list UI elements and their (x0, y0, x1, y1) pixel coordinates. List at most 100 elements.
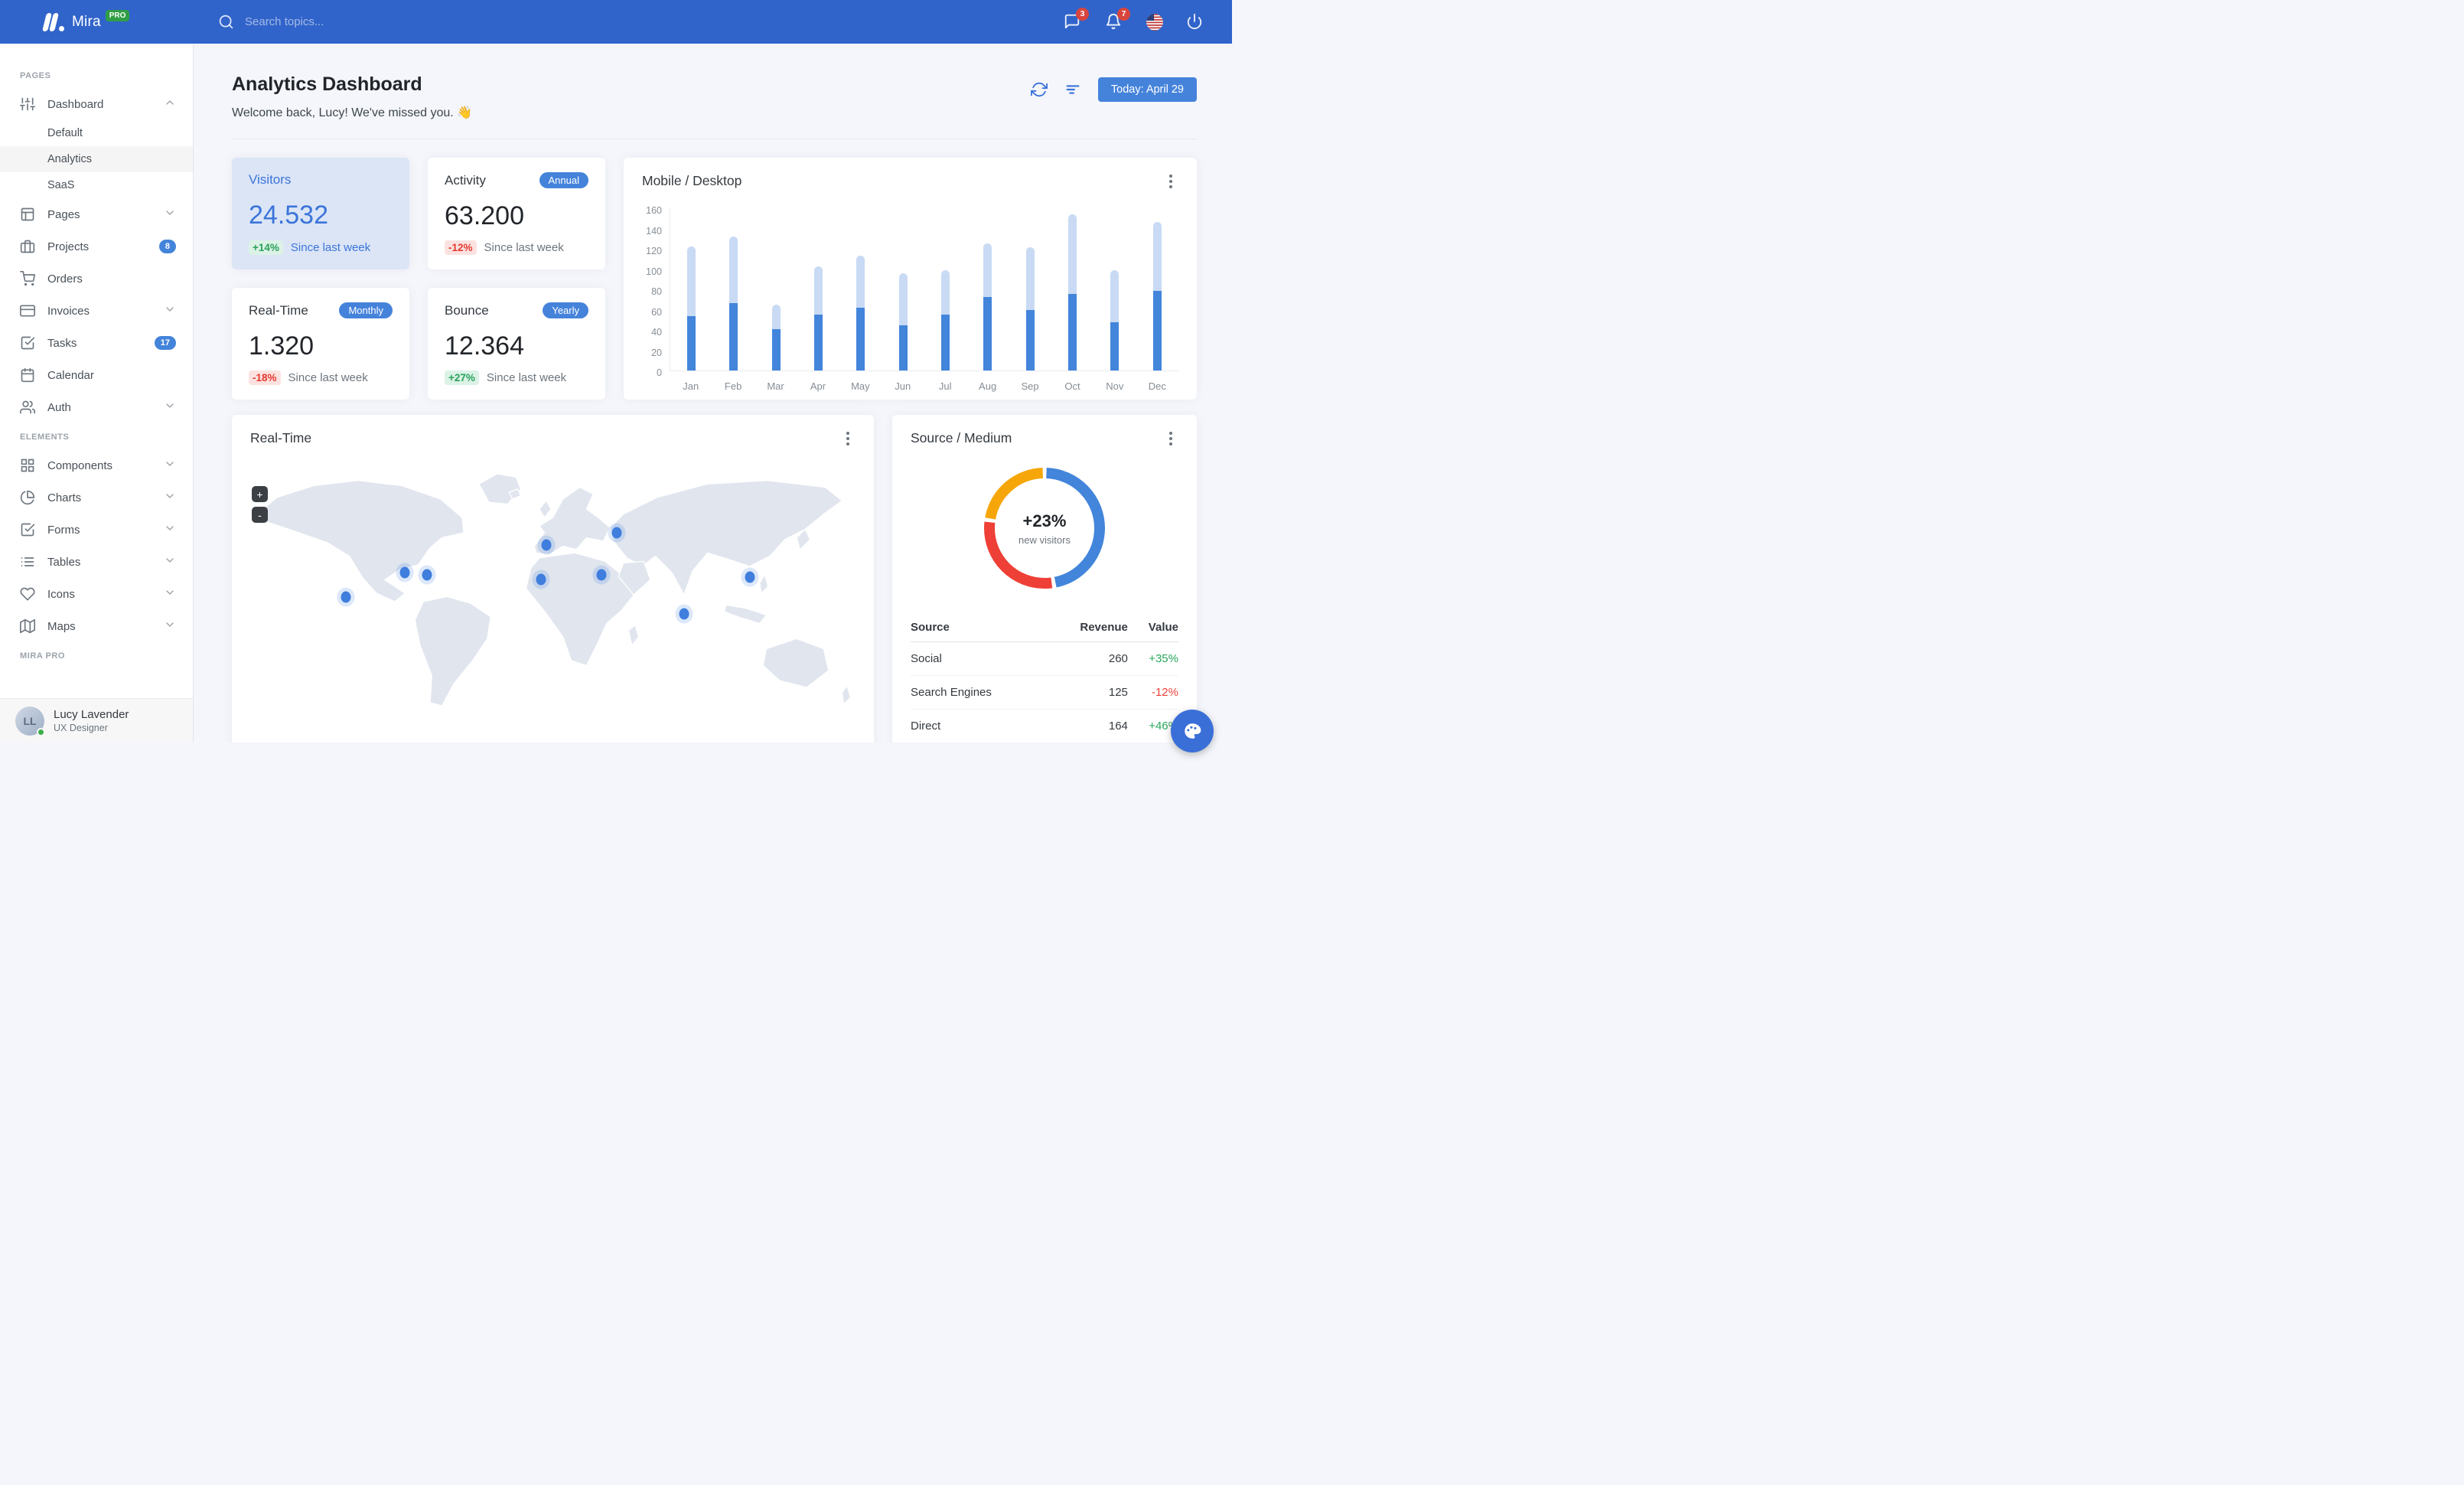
check-square-icon (20, 522, 35, 537)
power-icon (1187, 13, 1202, 29)
brand-name: Mira (72, 13, 101, 30)
map-marker-beijing[interactable] (745, 571, 755, 583)
map-marker-delhi[interactable] (679, 608, 689, 620)
map-marker-istanbul[interactable] (596, 569, 607, 581)
map-marker-chicago[interactable] (399, 566, 410, 579)
kebab-menu-icon[interactable] (840, 431, 856, 446)
bar-feb[interactable] (712, 209, 755, 370)
map-marker-san-francisco[interactable] (341, 591, 351, 603)
zoom-out-button[interactable]: - (252, 507, 268, 523)
map-marker-london[interactable] (541, 539, 552, 551)
bar-plot (670, 209, 1178, 371)
sidebar-user[interactable]: LL Lucy Lavender UX Designer (0, 698, 193, 742)
sidebar-item-components[interactable]: Components (0, 449, 193, 481)
calendar-icon (20, 367, 35, 383)
mira-logo-icon (42, 12, 64, 31)
sidebar: PAGES Dashboard Default Analytics SaaS P… (0, 44, 194, 742)
realtime-map-card: Real-Time + - (232, 415, 874, 742)
map-icon (20, 618, 36, 634)
stat-card-visitors: Visitors 24.532 +14% Since last week (232, 158, 409, 269)
filter-icon (1066, 85, 1080, 94)
sidebar-item-calendar[interactable]: Calendar (0, 359, 193, 391)
delta-badge: -18% (249, 370, 281, 385)
sidebar-item-analytics[interactable]: Analytics (0, 146, 193, 172)
date-button[interactable]: Today: April 29 (1097, 77, 1197, 102)
top-navbar: Mira PRO 3 7 (0, 0, 1232, 44)
users-icon (20, 400, 36, 415)
user-name: Lucy Lavender (54, 708, 129, 721)
bar-apr[interactable] (797, 209, 839, 370)
bar-jun[interactable] (882, 209, 924, 370)
shopping-cart-icon (20, 271, 36, 286)
bar-may[interactable] (839, 209, 882, 370)
briefcase-icon (20, 239, 35, 254)
bar-aug[interactable] (966, 209, 1009, 370)
sidebar-item-dashboard[interactable]: Dashboard (0, 88, 193, 120)
grid-icon (20, 458, 35, 473)
sidebar-item-projects[interactable]: Projects 8 (0, 230, 193, 263)
bar-dec[interactable] (1136, 209, 1178, 370)
theme-settings-fab[interactable] (1171, 710, 1214, 752)
sidebar-item-tasks[interactable]: Tasks 17 (0, 327, 193, 359)
refresh-icon (1030, 82, 1048, 97)
source-medium-card: Source / Medium +23% new visitors Source… (892, 415, 1197, 742)
table-row[interactable]: Social 260 +35% (911, 641, 1178, 676)
period-badge[interactable]: Yearly (543, 302, 588, 318)
sidebar-item-auth[interactable]: Auth (0, 391, 193, 423)
online-status-dot (37, 727, 45, 736)
check-square-icon (20, 335, 35, 351)
delta-badge: +14% (249, 240, 283, 255)
language-flag-icon[interactable] (1146, 13, 1163, 31)
palette-icon (1185, 723, 1201, 739)
bar-sep[interactable] (1009, 209, 1051, 370)
period-badge[interactable]: Annual (539, 172, 588, 188)
sliders-icon (20, 96, 36, 112)
sidebar-item-maps[interactable]: Maps (0, 610, 193, 642)
logout-button[interactable] (1186, 13, 1204, 31)
sidebar-item-forms[interactable]: Forms (0, 514, 193, 546)
table-row[interactable]: Direct 164 +46% (911, 709, 1178, 742)
stat-value: 63.200 (445, 201, 524, 230)
map-marker-madrid[interactable] (536, 573, 546, 586)
world-map[interactable]: + - (250, 457, 856, 742)
map-marker-new-york[interactable] (422, 569, 432, 581)
notifications-button[interactable]: 7 (1105, 7, 1130, 31)
credit-card-icon (20, 303, 36, 318)
map-marker-moscow[interactable] (611, 527, 622, 539)
messages-button[interactable]: 3 (1064, 7, 1089, 31)
projects-count-badge: 8 (158, 240, 176, 253)
search-input[interactable] (245, 15, 429, 28)
bar-jan[interactable] (670, 209, 712, 370)
delta-badge: +27% (445, 370, 479, 385)
chevron-down-icon (164, 554, 176, 570)
brand[interactable]: Mira PRO (0, 9, 194, 31)
sidebar-section-mira-pro: MIRA PRO (20, 651, 65, 661)
bar-oct[interactable] (1051, 209, 1093, 370)
sidebar-item-default[interactable]: Default (0, 120, 193, 146)
kebab-menu-icon[interactable] (1163, 431, 1178, 446)
layout-icon (20, 207, 35, 222)
search-icon (219, 15, 233, 29)
zoom-in-button[interactable]: + (252, 486, 268, 502)
sidebar-item-invoices[interactable]: Invoices (0, 295, 193, 327)
stat-card-realtime: Real-Time Monthly 1.320 -18% Since last … (232, 288, 409, 400)
navbar-search[interactable] (218, 14, 1064, 30)
sidebar-item-icons[interactable]: Icons (0, 578, 193, 610)
kebab-menu-icon[interactable] (1163, 174, 1178, 189)
mobile-desktop-chart-card: Mobile / Desktop 160 140 120 100 80 60 40 20 0 J… (624, 158, 1197, 400)
period-badge[interactable]: Monthly (339, 302, 393, 318)
sidebar-item-charts[interactable]: Charts (0, 481, 193, 514)
donut-chart: +23% new visitors (911, 463, 1178, 593)
app-window: Mira PRO 3 7 PA (0, 0, 1232, 742)
sidebar-item-tables[interactable]: Tables (0, 546, 193, 578)
sidebar-item-pages[interactable]: Pages (0, 198, 193, 230)
sidebar-item-saas[interactable]: SaaS (0, 172, 193, 198)
table-row[interactable]: Search Engines 125 -12% (911, 675, 1178, 710)
filter-button[interactable] (1064, 81, 1081, 98)
sidebar-item-orders[interactable]: Orders (0, 263, 193, 295)
refresh-button[interactable] (1030, 81, 1048, 98)
bar-nov[interactable] (1093, 209, 1136, 370)
avatar: LL (15, 706, 45, 736)
bar-mar[interactable] (755, 209, 797, 370)
bar-jul[interactable] (924, 209, 966, 370)
